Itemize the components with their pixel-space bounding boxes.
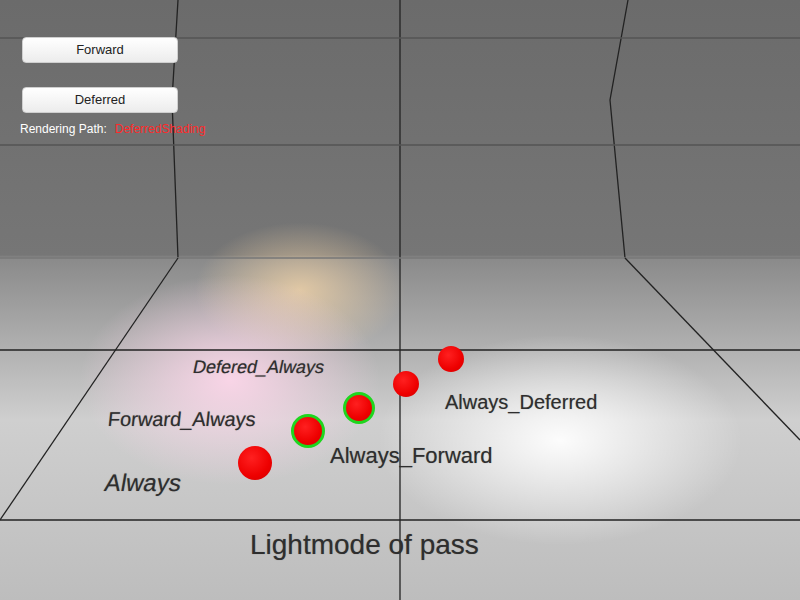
floor-label: Always_Deferred (445, 391, 597, 413)
floor-label: Always_Forward (330, 444, 493, 468)
red-sphere[interactable] (393, 371, 419, 397)
red-sphere[interactable] (238, 446, 272, 480)
red-sphere[interactable] (438, 346, 464, 372)
render-controls: Forward Deferred Rendering Path: DeferredSh… (0, 0, 800, 137)
red-sphere[interactable] (343, 392, 375, 424)
floor-label: Defered_Always (191, 358, 326, 378)
floor-label: Forward_Always (107, 408, 257, 430)
rendering-path-row: Rendering Path: DeferredShading (20, 121, 205, 137)
game-scene: Forward Deferred Rendering Path: DeferredSh… (0, 0, 800, 600)
floor-label: Lightmode of pass (250, 530, 479, 561)
rendering-path-label: Rendering Path: (20, 121, 107, 137)
render-mode-button[interactable]: Forward (22, 37, 178, 63)
floor-label: Always (103, 470, 184, 496)
render-mode-button[interactable]: Deferred (22, 87, 178, 113)
red-sphere[interactable] (291, 414, 325, 448)
rendering-path-value: DeferredShading (115, 121, 206, 137)
